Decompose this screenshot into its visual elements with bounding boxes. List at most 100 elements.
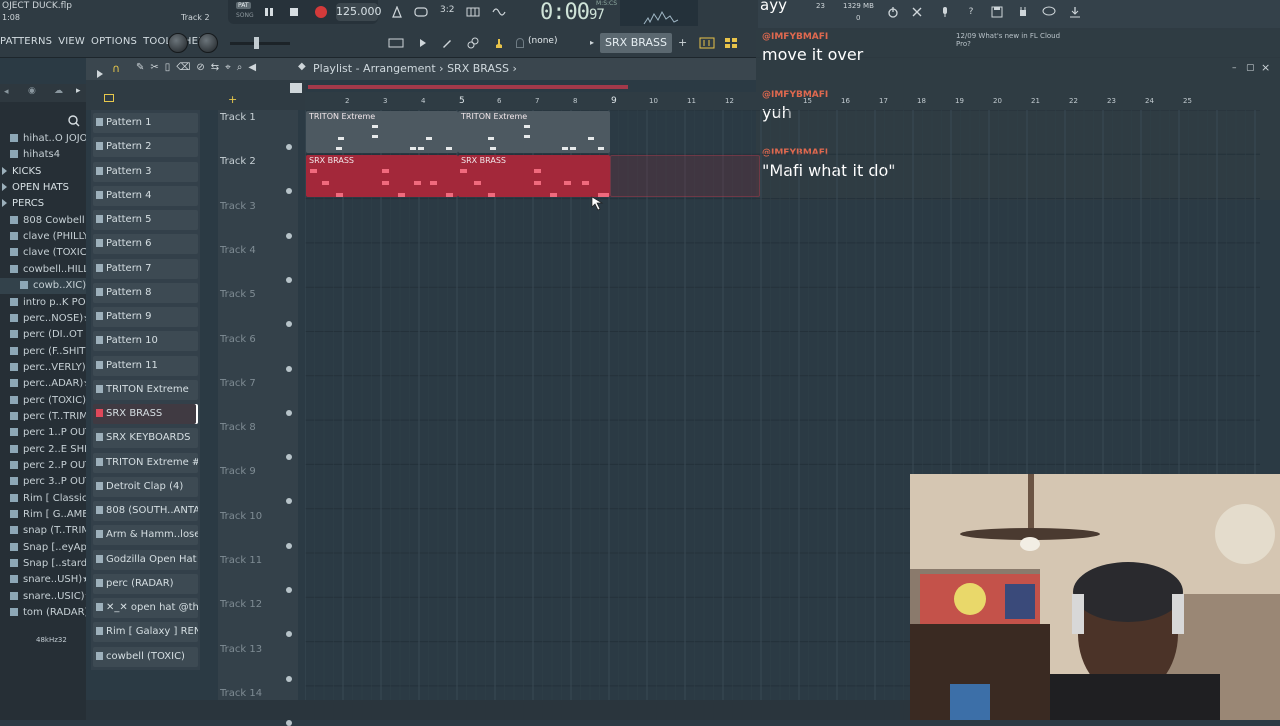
mic-button[interactable] [938, 5, 952, 19]
close-icon[interactable]: × [1261, 61, 1270, 74]
pause-button[interactable] [262, 5, 276, 19]
browser-file[interactable]: tom (RADAR) [0, 605, 86, 621]
pattern-item[interactable]: Pattern 3 [93, 161, 198, 182]
maximize-icon[interactable]: ▢ [1246, 63, 1255, 73]
forward-icon[interactable]: ▸ [76, 86, 81, 96]
playlist-tracks-icon[interactable]: ◆ [298, 61, 306, 72]
playlist-tools[interactable]: ✎✂▯⌫⊘⇆⌖⌕◀ [136, 62, 262, 73]
browser-file[interactable]: perc 3..P OUT) [0, 474, 86, 490]
pattern-item[interactable]: Pattern 4 [93, 185, 198, 206]
track-label[interactable]: Track 4 [220, 245, 256, 256]
browser-file[interactable]: hihat..O JOJO) [0, 131, 86, 147]
pattern-item[interactable]: Godzilla Open Hat [93, 549, 198, 570]
pattern-item[interactable]: Detroit Clap (4) [93, 476, 198, 497]
tempo-display[interactable]: 125.000 [336, 3, 382, 21]
browser-file[interactable]: Snap [..eyAp ] [0, 540, 86, 556]
comment-button[interactable] [1042, 5, 1056, 19]
minimize-icon[interactable]: – [1232, 63, 1237, 73]
channel-rack-button[interactable] [724, 36, 738, 50]
add-pattern-button[interactable]: + [678, 36, 687, 49]
song-mode-button[interactable]: SONG [236, 12, 254, 19]
back-icon[interactable]: ◂ [4, 87, 9, 97]
pattern-clip[interactable]: SRX BRASS [458, 155, 610, 197]
track-mute-led[interactable] [286, 719, 292, 726]
master-slider-handle[interactable] [254, 37, 259, 49]
browser-file[interactable]: perc (DI..OT IT) [0, 327, 86, 343]
globe-icon[interactable]: ◉ [28, 86, 36, 96]
snap-selector[interactable]: (none) [528, 36, 557, 46]
track-mute-led[interactable] [286, 675, 292, 682]
pattern-item[interactable]: Pattern 1 [93, 113, 198, 133]
cloud-icon[interactable]: ☁ [54, 86, 63, 96]
plugin-button[interactable] [1016, 5, 1030, 19]
track-label[interactable]: Track 7 [220, 378, 256, 389]
browser-file[interactable]: perc..ADAR)★ [0, 376, 86, 392]
track-label[interactable]: Track 11 [220, 555, 262, 566]
browser-file[interactable]: perc..VERLY)★ [0, 360, 86, 376]
master-pitch-knob[interactable] [198, 33, 218, 53]
browser-file[interactable]: perc (TOXIC) [0, 393, 86, 409]
browser-file[interactable]: perc (T..TRIM) [0, 409, 86, 425]
browser-file[interactable]: perc (F..SHIT) [0, 344, 86, 360]
pattern-item[interactable]: Pattern 5 [93, 210, 198, 230]
track-mute-led[interactable] [286, 542, 292, 549]
browser-file[interactable]: cowb..XIC)★ [0, 278, 86, 295]
pattern-item[interactable]: Rim [ Galaxy ] RENAME [93, 622, 198, 643]
browser-file[interactable]: hihats4 [0, 147, 86, 163]
keyboard-button[interactable] [386, 36, 406, 50]
track-label[interactable]: Track 8 [220, 422, 256, 433]
browser-file[interactable]: Rim [ G..AME ] [0, 507, 86, 523]
track-mute-led[interactable] [286, 232, 292, 239]
pattern-item[interactable]: Pattern 8 [93, 282, 198, 303]
track-mute-led[interactable] [286, 276, 292, 283]
pattern-clip[interactable]: SRX BRASS [306, 155, 458, 197]
stop-button[interactable] [287, 5, 301, 19]
pattern-item[interactable]: SRX KEYBOARDS [93, 428, 198, 449]
link-button[interactable] [466, 36, 480, 50]
track-label[interactable]: Track 1 [220, 112, 256, 123]
menu-view[interactable]: VIEW [58, 36, 85, 47]
browser-file[interactable]: perc 2..E SHIT) [0, 442, 86, 458]
download-button[interactable] [1068, 5, 1082, 19]
loop-region[interactable] [308, 85, 628, 89]
track-mode-icon[interactable] [290, 83, 302, 93]
metronome-button[interactable] [390, 5, 404, 19]
browser-file[interactable]: perc..NOSE)★ [0, 311, 86, 327]
track-mute-led[interactable] [286, 587, 292, 593]
pattern-item[interactable]: Arm & Hamm..losed Hat [93, 525, 198, 546]
add-track-button[interactable]: + [228, 93, 237, 106]
step-edit-button[interactable]: 3:2 [440, 5, 454, 15]
track-mute-led[interactable] [286, 409, 292, 416]
browser-file[interactable]: perc 1..P OUT) [0, 425, 86, 441]
browser-file[interactable]: Snap [..stard ] [0, 556, 86, 572]
browser-file[interactable]: snap (T..TRIM) [0, 523, 86, 539]
pattern-item[interactable]: Pattern 6 [93, 234, 198, 255]
play-arrow-button[interactable] [416, 36, 430, 50]
track-label[interactable]: Track 13 [220, 644, 262, 655]
browser-file[interactable]: 808 Cowbell [0, 213, 86, 229]
browser-file[interactable]: snare..USIC)★ [0, 589, 86, 605]
loop-record-button[interactable] [414, 5, 428, 19]
browser-search-icon[interactable] [68, 112, 80, 131]
pattern-picker-icon[interactable] [104, 94, 114, 102]
browser-file[interactable]: Rim [ Classic ] [0, 491, 86, 507]
track-label[interactable]: Track 6 [220, 334, 256, 345]
track-label[interactable]: Track 3 [220, 201, 256, 212]
prev-pattern-arrow-icon[interactable]: ▸ [590, 38, 594, 47]
pattern-item[interactable]: cowbell (TOXIC) [93, 646, 198, 667]
pattern-item[interactable]: 808 (SOUTH..ANTA BABY) [93, 501, 198, 521]
typing-keyboard-button[interactable] [466, 5, 480, 19]
save-button[interactable] [990, 5, 1004, 19]
track-mute-led[interactable] [286, 365, 292, 372]
track-label[interactable]: Track 10 [220, 511, 262, 522]
pencil-button[interactable] [440, 36, 454, 50]
track-label[interactable]: Track 2 [220, 156, 256, 167]
browser-file[interactable]: intro p..K POP) [0, 295, 86, 311]
pattern-selector[interactable]: SRX BRASS [600, 33, 672, 53]
news-panel[interactable]: 12/09 What's new in FL Cloud Pro? [956, 32, 1066, 48]
browser-file[interactable]: snare..USH)★ [0, 572, 86, 588]
stamp-button[interactable] [492, 36, 506, 50]
master-slider[interactable] [230, 42, 290, 45]
help-button[interactable]: ? [964, 5, 978, 19]
wait-for-input-button[interactable] [492, 5, 506, 19]
